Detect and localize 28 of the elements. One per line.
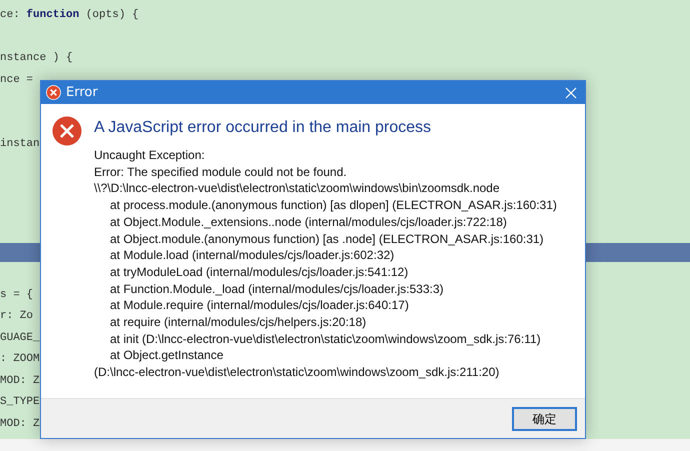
stack-trace-line: at Object.module.(anonymous function) [as .node] (ELECTRON_ASAR.js:160:31): [110, 232, 544, 246]
window-title: Error: [66, 84, 98, 102]
stack-trace-line: at Object.getInstance: [110, 348, 224, 362]
code-line: S_TYPE: [0, 396, 40, 408]
error-message-line: (D:\lncc-electron-vue\dist\electron\static\zoom\windows\zoom_sdk.js:211:20): [94, 365, 500, 380]
code-line: nce =: [0, 74, 34, 86]
stack-trace-line: at init (D:\lncc-electron-vue\dist\electron\static\zoom\windows\zoom_sdk.js:76:11): [110, 332, 541, 346]
ok-button[interactable]: 确定: [512, 406, 577, 430]
stack-trace-line: at require (internal/modules/cjs/helpers.js:20:18): [110, 315, 366, 330]
code-line: MOD: Z: [0, 374, 40, 386]
error-message-line: Uncaught Exception:: [94, 148, 205, 162]
code-line: instan: [0, 138, 40, 150]
code-line: MOD: Z: [0, 418, 40, 430]
code-line: : ZOOM: [0, 353, 40, 365]
code-line: s = {: [0, 288, 34, 300]
error-heading: A JavaScript error occurred in the main process: [94, 118, 432, 138]
stack-trace-line: at Module.require (internal/modules/cjs/loader.js:640:17): [110, 298, 409, 312]
error-message-line: \\?\D:\lncc-electron-vue\dist\electron\static\zoom\windows\bin\zoomsdk.node: [94, 181, 500, 196]
code-line: ce: function (opts) {: [0, 9, 139, 21]
stack-trace-line: at Module.load (internal/modules/cjs/loader.js:602:32): [110, 248, 394, 262]
stack-trace-line: at Function.Module._load (internal/modules/cjs/loader.js:533:3): [110, 282, 444, 296]
code-line: r: Zo: [0, 310, 34, 322]
stack-trace-line: at tryModuleLoad (internal/modules/cjs/loader.js:541:12): [110, 264, 408, 279]
stack-trace-line: at process.module.(anonymous function) [as dlopen] (ELECTRON_ASAR.js:160:31): [110, 198, 557, 212]
code-line: nstance ) {: [0, 52, 73, 64]
error-message-line: Error: The specified module could not be found.: [94, 164, 347, 179]
stack-trace-line: at Object.Module._extensions..node (internal/modules/cjs/loader.js:722:18): [110, 214, 507, 229]
code-line: GUAGE_: [0, 332, 40, 344]
